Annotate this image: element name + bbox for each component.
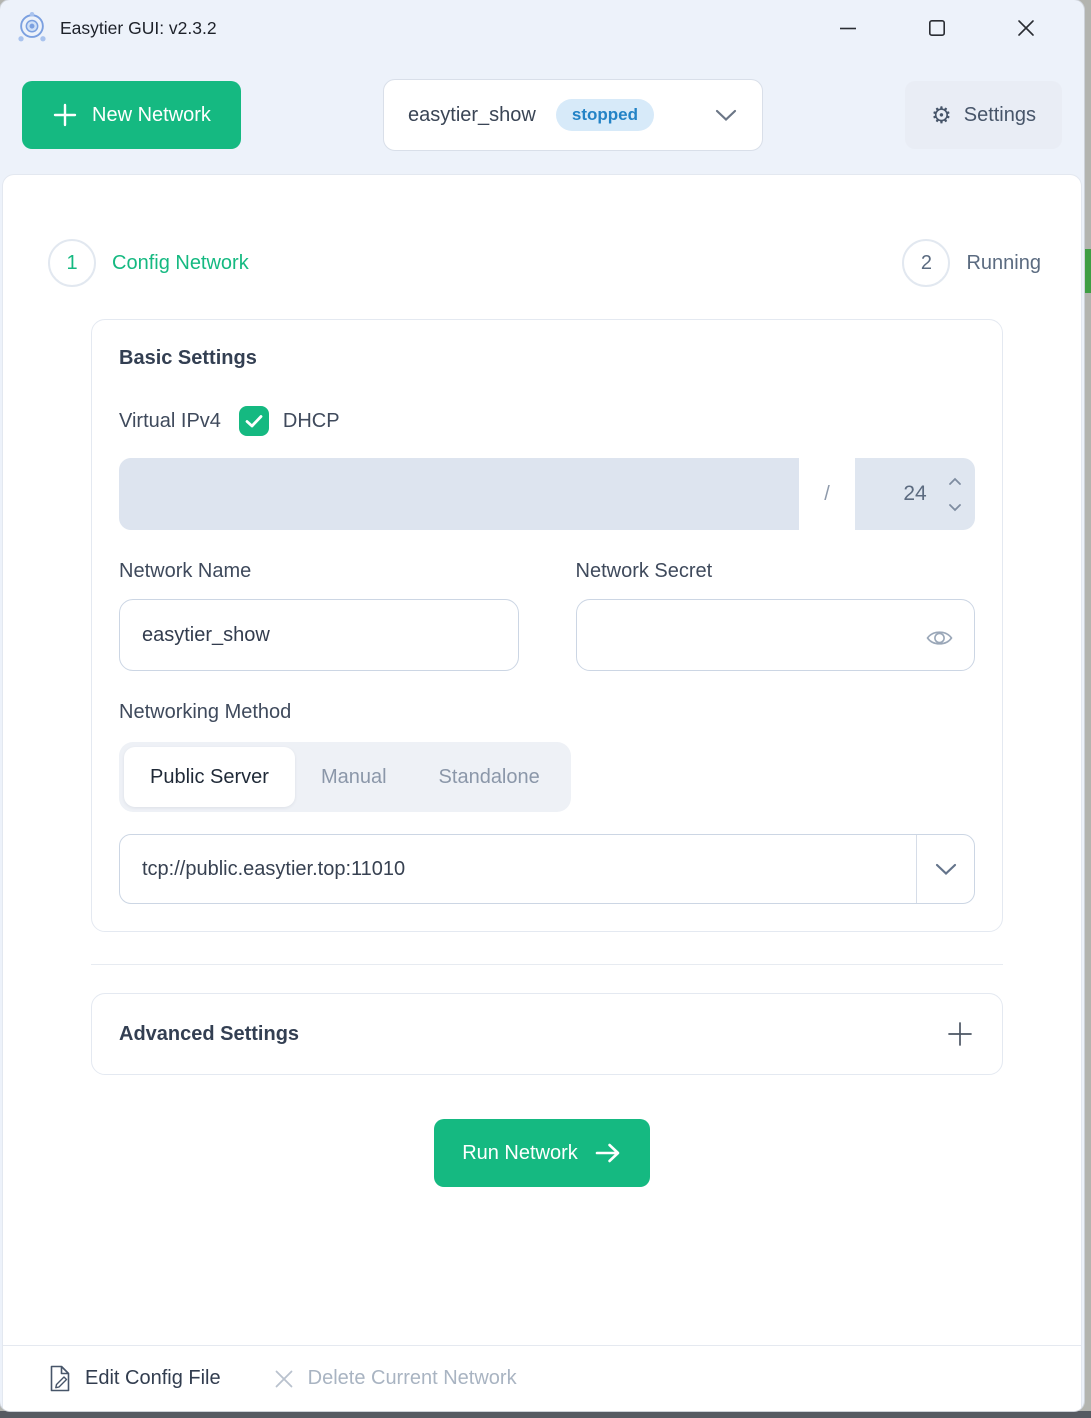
virtual-ipv4-label: Virtual IPv4 (119, 410, 221, 433)
edit-config-file-button[interactable]: Edit Config File (48, 1365, 221, 1392)
maximize-icon (925, 16, 949, 40)
chevron-down-icon (714, 108, 738, 123)
advanced-settings-card[interactable]: Advanced Settings (91, 993, 1003, 1075)
edit-config-file-label: Edit Config File (85, 1367, 221, 1390)
maximize-button[interactable] (892, 6, 981, 50)
method-manual[interactable]: Manual (295, 747, 413, 807)
step-label: Config Network (112, 252, 249, 275)
virtual-ipv4-input-group: / 24 (119, 458, 975, 530)
new-network-label: New Network (92, 104, 211, 127)
chevron-down-icon (934, 862, 958, 877)
chevron-up-icon[interactable] (948, 477, 962, 486)
settings-label: Settings (964, 104, 1036, 127)
background-artifact (0, 1411, 1091, 1418)
stepper-buttons (948, 458, 962, 530)
run-network-label: Run Network (462, 1142, 578, 1165)
minimize-icon (836, 16, 860, 40)
network-secret-input[interactable] (576, 599, 976, 671)
dhcp-label: DHCP (283, 410, 340, 433)
app-logo-icon (14, 10, 50, 46)
virtual-ipv4-row: Virtual IPv4 DHCP (119, 406, 975, 436)
expand-plus-icon[interactable] (945, 1019, 975, 1049)
eye-icon[interactable] (926, 627, 953, 649)
basic-settings-title: Basic Settings (119, 347, 975, 370)
section-divider (91, 964, 1003, 965)
network-name-value: easytier_show (142, 624, 270, 647)
status-badge: stopped (556, 99, 654, 131)
step-config-network[interactable]: 1 Config Network (48, 239, 249, 287)
minimize-button[interactable] (803, 6, 892, 50)
background-artifact (1083, 249, 1091, 293)
step-number-badge: 1 (48, 239, 96, 287)
public-server-url-value: tcp://public.easytier.top:11010 (120, 835, 916, 903)
run-network-button[interactable]: Run Network (434, 1119, 650, 1187)
main-panel: 1 Config Network 2 Running Basic Setting… (2, 174, 1082, 1411)
method-standalone[interactable]: Standalone (413, 747, 566, 807)
step-indicator: 1 Config Network 2 Running (3, 175, 1081, 287)
close-icon (1014, 16, 1038, 40)
check-icon (245, 414, 263, 428)
public-server-url-select[interactable]: tcp://public.easytier.top:11010 (119, 834, 975, 904)
window-controls (803, 6, 1070, 50)
window-title: Easytier GUI: v2.3.2 (60, 18, 217, 39)
network-name-input[interactable]: easytier_show (119, 599, 519, 671)
app-window: Easytier GUI: v2.3.2 New Network easytie… (0, 0, 1084, 1411)
method-public-server[interactable]: Public Server (124, 747, 295, 807)
name-secret-row: Network Name easytier_show Network Secre… (119, 560, 975, 671)
network-name-label: Network Name (119, 560, 519, 583)
delete-current-network-button[interactable]: Delete Current Network (273, 1367, 517, 1390)
header-toolbar: New Network easytier_show stopped ⚙ Sett… (0, 56, 1084, 174)
file-edit-icon (48, 1365, 72, 1392)
step-label: Running (966, 252, 1041, 275)
delete-current-network-label: Delete Current Network (308, 1367, 517, 1390)
network-selector[interactable]: easytier_show stopped (383, 79, 763, 151)
network-selector-value: easytier_show (408, 104, 536, 127)
gear-icon: ⚙ (931, 104, 952, 127)
prefix-length-value: 24 (903, 482, 926, 506)
basic-settings-card: Basic Settings Virtual IPv4 DHCP / 24 (91, 319, 1003, 932)
advanced-settings-title: Advanced Settings (119, 1023, 299, 1046)
dhcp-checkbox[interactable] (239, 406, 269, 436)
networking-method-label: Networking Method (119, 701, 975, 724)
new-network-button[interactable]: New Network (22, 81, 241, 149)
ip-separator: / (799, 458, 855, 530)
arrow-right-icon (594, 1142, 622, 1164)
network-secret-label: Network Secret (576, 560, 976, 583)
run-row: Run Network (3, 1119, 1081, 1187)
settings-button[interactable]: ⚙ Settings (905, 81, 1062, 149)
close-button[interactable] (981, 6, 1070, 50)
select-dropdown-button[interactable] (916, 835, 974, 903)
step-number-badge: 2 (902, 239, 950, 287)
footer-bar: Edit Config File Delete Current Network (3, 1345, 1081, 1411)
plus-icon (52, 102, 78, 128)
x-icon (273, 1368, 295, 1390)
chevron-down-icon[interactable] (948, 503, 962, 512)
networking-method-segmented-control: Public Server Manual Standalone (119, 742, 571, 812)
titlebar: Easytier GUI: v2.3.2 (0, 0, 1084, 56)
virtual-ipv4-input[interactable] (119, 458, 799, 530)
prefix-length-stepper[interactable]: 24 (855, 458, 975, 530)
step-running[interactable]: 2 Running (902, 239, 1041, 287)
